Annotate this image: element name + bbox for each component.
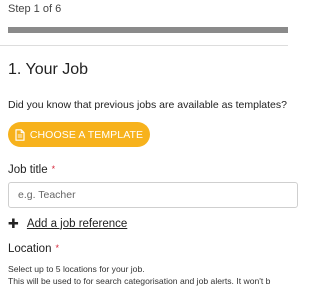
required-marker: * <box>55 243 59 253</box>
location-help-text: Select up to 5 locations for your job. T… <box>8 263 270 287</box>
job-title-label-text: Job title <box>8 164 48 176</box>
section-title: 1. Your Job <box>8 61 89 78</box>
choose-template-button[interactable]: CHOOSE A TEMPLATE <box>8 122 150 147</box>
location-help-line: Select up to 5 locations for your job. <box>8 264 145 274</box>
plus-icon: ✚ <box>8 216 19 231</box>
template-prompt: Did you know that previous jobs are avai… <box>8 99 287 111</box>
job-title-input[interactable] <box>8 182 298 208</box>
location-help-line: This will be used to for search categori… <box>8 276 271 286</box>
required-marker: * <box>51 164 56 174</box>
choose-template-button-label: CHOOSE A TEMPLATE <box>29 128 144 141</box>
divider <box>0 45 288 46</box>
job-title-label: Job title * <box>8 164 55 176</box>
add-job-reference-link[interactable]: ✚ Add a job reference <box>8 217 127 230</box>
add-job-reference-label: Add a job reference <box>26 217 128 230</box>
step-indicator: Step 1 of 6 <box>8 3 62 15</box>
progress-bar <box>8 27 288 33</box>
document-icon <box>15 128 25 141</box>
location-label-text: Location <box>8 243 52 255</box>
location-label: Location * <box>8 243 59 255</box>
progress-bar-fill <box>8 27 288 33</box>
